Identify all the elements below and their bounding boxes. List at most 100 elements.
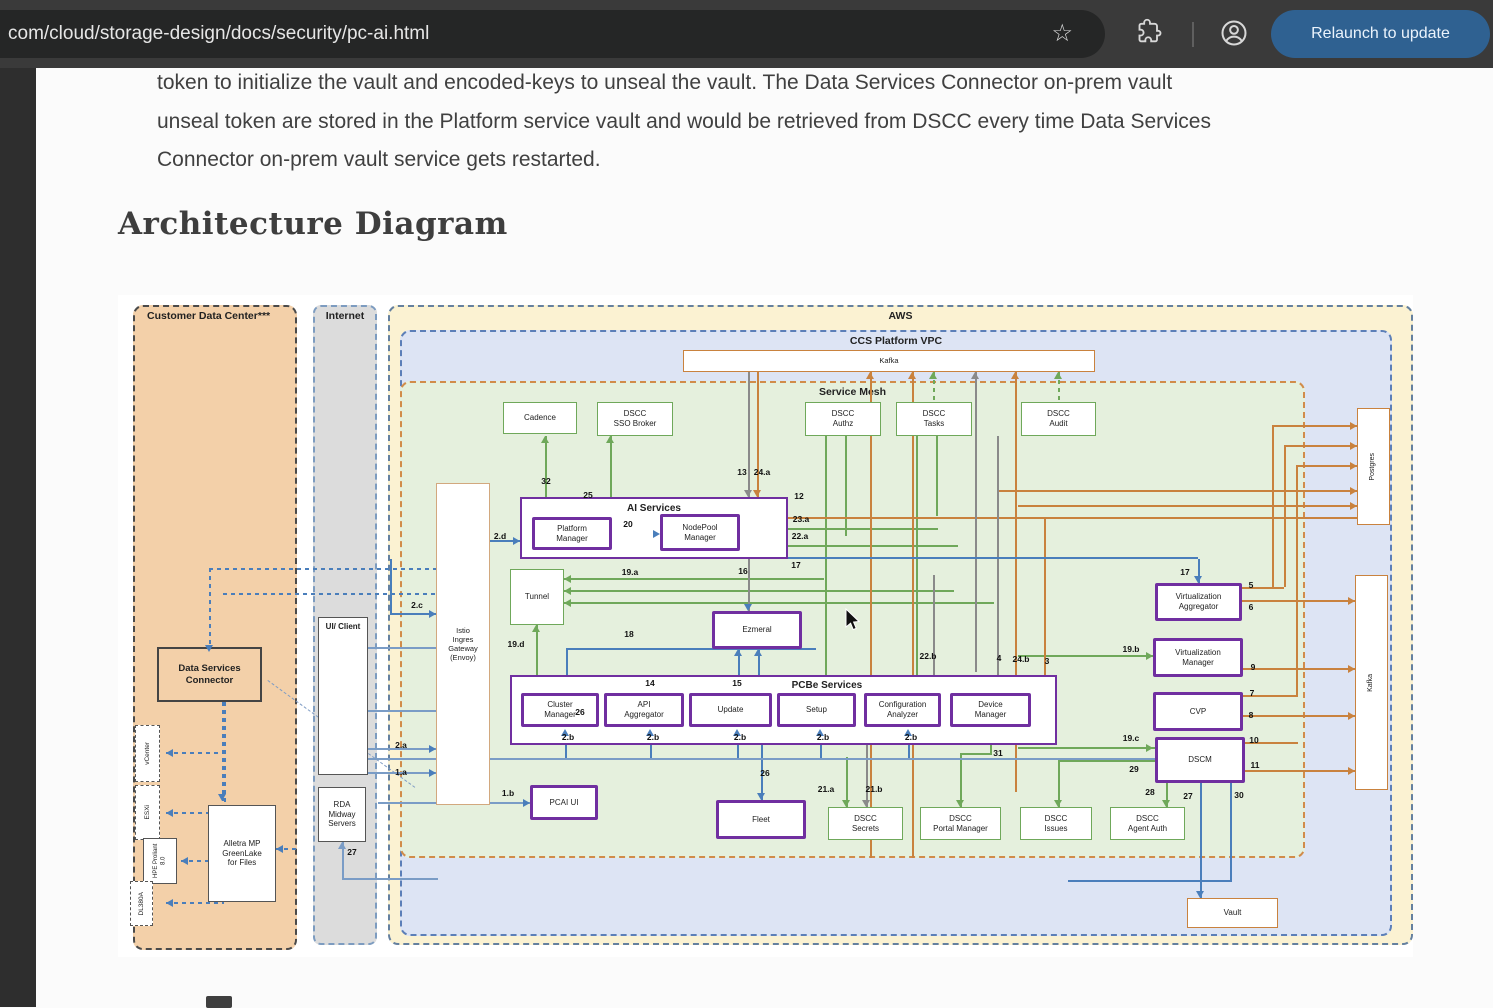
connector-line: [1068, 880, 1232, 882]
connector-line: [1296, 465, 1298, 697]
arrowhead: [744, 604, 752, 611]
connector-line: [1243, 715, 1355, 717]
edge-label: 18: [624, 629, 633, 639]
edge-label: 9: [1251, 662, 1256, 672]
edge-label: 12: [794, 491, 803, 501]
edge-label: 31: [993, 748, 1002, 758]
arrowhead: [744, 490, 752, 497]
arrowhead: [513, 537, 520, 545]
edge-label: 7: [1250, 688, 1255, 698]
connector-line: [825, 436, 827, 675]
connector-line: [748, 372, 750, 497]
node-vcenter: vCenter: [135, 725, 160, 782]
connector-line: [222, 702, 224, 801]
connector-line: [1272, 425, 1274, 589]
edge-label: 15: [732, 678, 741, 688]
node-istio-ingres-gateway: Istio Ingres Gateway (Envoy): [436, 483, 490, 805]
node-postgres: Postgres: [1357, 408, 1390, 525]
edge-label: 8: [1249, 710, 1254, 720]
arrowhead: [1146, 652, 1153, 660]
relaunch-button[interactable]: Relaunch to update: [1271, 10, 1490, 58]
url-text: com/cloud/storage-design/docs/security/p…: [8, 23, 429, 45]
edge-label: 14: [645, 678, 654, 688]
connector-line: [757, 372, 759, 497]
connector-line: [1058, 760, 1155, 762]
edge-label: 6: [1249, 602, 1254, 612]
arrowhead: [971, 372, 979, 379]
node-dscc-agent-auth: DSCC Agent Auth: [1110, 807, 1185, 840]
arrowhead: [653, 530, 660, 538]
profile-icon[interactable]: [1219, 18, 1249, 48]
connector-line: [536, 625, 538, 675]
connector-line: [1044, 517, 1046, 677]
mouse-cursor: [843, 608, 865, 632]
edge-label: 1.a: [395, 767, 407, 777]
arrowhead: [1348, 597, 1355, 605]
connector-line: [1242, 600, 1355, 602]
connector-line: [866, 745, 868, 807]
connector-line: [342, 878, 438, 880]
arrowhead: [734, 649, 742, 656]
browser-toolbar: com/cloud/storage-design/docs/security/p…: [0, 0, 1493, 69]
connector-line: [368, 758, 1228, 760]
node-rda-midway-servers: RDA Midway Servers: [318, 787, 366, 842]
node-dscc-issues: DSCC Issues: [1020, 807, 1092, 840]
edge-label: 2.b: [817, 732, 829, 742]
arrowhead: [1054, 800, 1062, 807]
edge-label: 17: [791, 560, 800, 570]
node-dscc-secrets: DSCC Secrets: [828, 807, 903, 840]
node-dscc-audit: DSCC Audit: [1021, 402, 1096, 436]
node-kafka-right: Kafka: [1355, 575, 1388, 790]
arrowhead: [929, 372, 937, 379]
arrowhead: [166, 749, 173, 757]
edge-label: 10: [1249, 735, 1258, 745]
node-virtualization-aggregator: Virtualization Aggregator: [1155, 583, 1242, 621]
edge-label: 24.a: [754, 467, 771, 477]
edge-label: 26: [760, 768, 769, 778]
arrowhead: [564, 599, 571, 607]
url-bar[interactable]: com/cloud/storage-design/docs/security/p…: [0, 10, 1105, 58]
architecture-diagram: Customer Data Center***InternetAWSCCS Pl…: [118, 295, 1413, 957]
connector-line: [1284, 445, 1357, 447]
arrowhead: [956, 800, 964, 807]
connector-line: [564, 578, 824, 580]
connector-line: [975, 372, 977, 672]
edge-label: 13: [737, 467, 746, 477]
arrowhead: [908, 372, 916, 379]
arrowhead: [429, 769, 436, 777]
arrowhead: [1350, 487, 1357, 495]
connector-line: [1272, 425, 1357, 427]
bookmark-star-icon[interactable]: ☆: [1051, 19, 1073, 48]
arrowhead: [338, 842, 346, 849]
node-fleet: Fleet: [716, 800, 806, 839]
connector-line: [368, 710, 436, 712]
arrowhead: [842, 800, 850, 807]
arrowhead: [523, 799, 530, 807]
connector-line: [788, 557, 1198, 559]
edge-label: 19.a: [622, 567, 639, 577]
connector-line: [1018, 655, 1153, 657]
extensions-puzzle-icon[interactable]: [1136, 18, 1164, 46]
node-kafka-top: Kafka: [683, 350, 1095, 372]
connector-line: [1243, 668, 1355, 670]
arrowhead: [1348, 712, 1355, 720]
arrowhead: [1350, 462, 1357, 470]
arrowhead: [1196, 891, 1204, 898]
node-dscc-tasks: DSCC Tasks: [896, 402, 972, 436]
arrowhead: [1011, 372, 1019, 379]
connector-line: [209, 568, 211, 652]
connector-line: [545, 436, 547, 497]
edge-label: 19.b: [1122, 644, 1139, 654]
connector-line: [960, 753, 992, 755]
screen: { "browser": { "url": "com/cloud/storage…: [0, 0, 1493, 1007]
connector-line: [368, 647, 436, 649]
arrowhead: [1348, 767, 1355, 775]
edge-label: 23.a: [793, 514, 810, 524]
connector-line: [1230, 783, 1232, 880]
edge-label: 19.d: [507, 639, 524, 649]
edge-label: 30: [1234, 790, 1243, 800]
arrowhead: [757, 793, 765, 800]
node-esxi: ESXi: [135, 785, 160, 840]
window-left-edge: [0, 68, 36, 1007]
arrowhead: [866, 372, 874, 379]
